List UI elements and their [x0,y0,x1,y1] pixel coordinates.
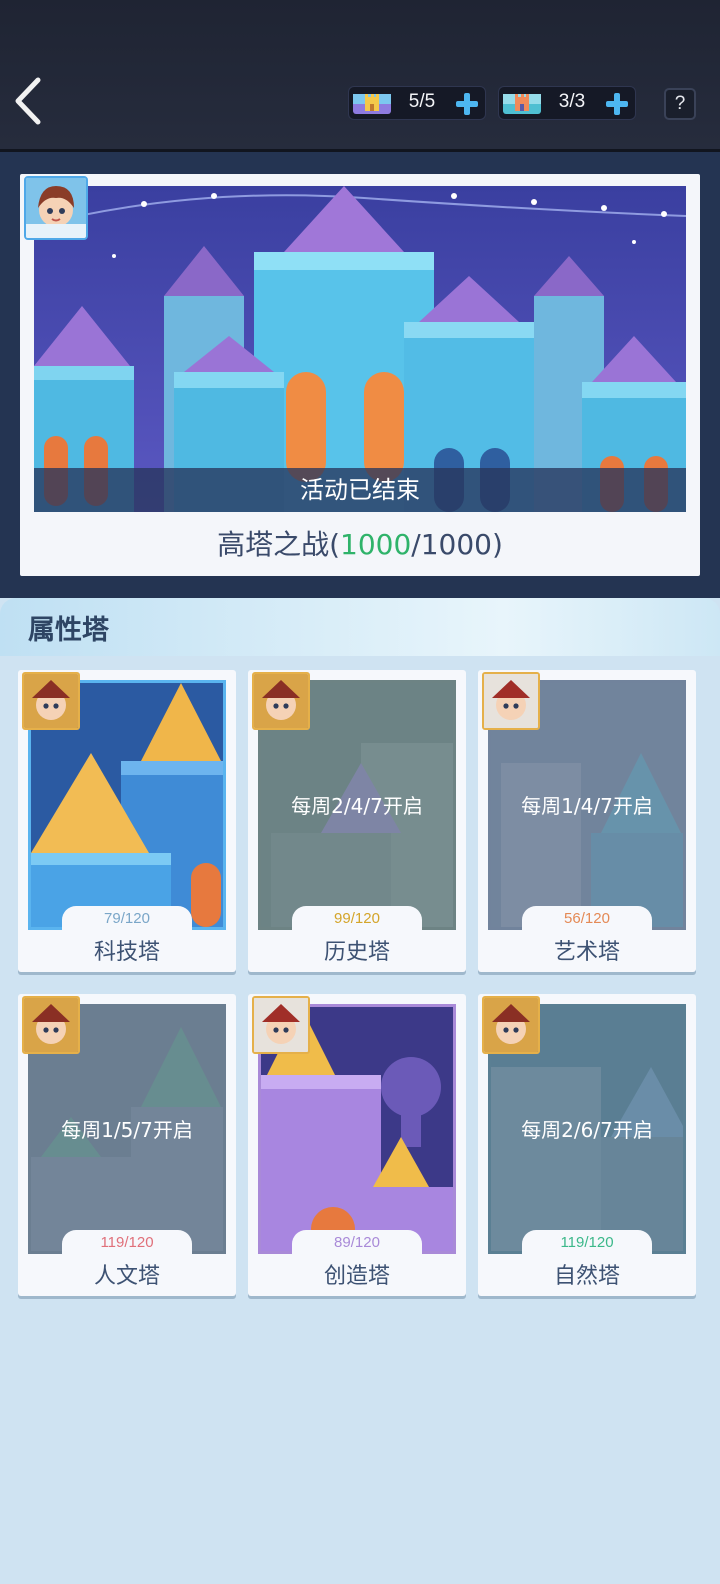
tower-card-tech[interactable]: 79/120 科技塔 [18,670,236,972]
tower-progress: 99/120 [334,910,380,927]
tower-progress: 89/120 [334,1234,380,1251]
tower-card-art[interactable]: 每周1/4/7开启 56/120 艺术塔 [478,670,696,972]
tower-name: 创造塔 [323,1264,390,1289]
avatar-portrait-icon [484,998,538,1052]
plus-icon [606,93,628,115]
tower-card-humanity[interactable]: 每周1/5/7开启 119/120 人文塔 [18,994,236,1296]
tower-avatar [482,996,540,1054]
avatar-portrait-icon [24,998,78,1052]
section-title: 属性塔 [28,615,109,646]
avatar-portrait-icon [24,674,78,728]
tower-progress: 79/120 [104,910,150,927]
player-avatar[interactable] [24,176,88,240]
tower-name: 艺术塔 [553,940,620,965]
tower-card-history[interactable]: 每周2/4/7开启 99/120 历史塔 [248,670,466,972]
open-schedule: 每周2/6/7开启 [521,1118,653,1142]
tower-name: 科技塔 [93,940,160,965]
tower-name: 自然塔 [553,1264,620,1289]
tower-name: 人文塔 [93,1264,160,1289]
tower-battle-title: 高塔之战(1000/1000) [20,520,700,570]
tower-ticket-counter: 5/5 [348,86,486,120]
castle-ticket-counter: 3/3 [498,86,636,120]
tower-name: 历史塔 [323,940,390,965]
chevron-left-icon [15,77,41,125]
tower-progress: 119/120 [560,1234,614,1251]
castle-ticket-icon [503,94,541,114]
top-bar: 5/5 3/3 ? [0,0,720,152]
help-button[interactable]: ? [664,88,696,120]
tower-battle-illustration [34,186,686,512]
tower-avatar [22,672,80,730]
tower-progress: 119/120 [100,1234,154,1251]
add-castle-ticket-button[interactable] [601,88,633,120]
ticket-count: 5/5 [408,91,436,112]
open-schedule: 每周2/4/7开启 [291,794,423,818]
tower-battle-name: 高塔之战( [217,528,341,561]
castle-count: 3/3 [558,91,586,112]
tower-progress: 56/120 [564,910,610,927]
event-ended-banner: 活动已结束 [34,468,686,512]
avatar-portrait-icon [254,674,308,728]
open-schedule: 每周1/4/7开启 [521,794,653,818]
avatar-portrait-icon [484,674,538,728]
avatar-portrait-icon [254,998,308,1052]
back-button[interactable] [10,74,54,128]
tower-avatar [252,672,310,730]
tower-avatar [482,672,540,730]
tower-battle-progress-current: 1000 [340,528,412,561]
tower-avatar [22,996,80,1054]
tower-avatar [252,996,310,1054]
plus-icon [456,93,478,115]
add-ticket-button[interactable] [451,88,483,120]
tower-card-nature[interactable]: 每周2/6/7开启 119/120 自然塔 [478,994,696,1296]
open-schedule: 每周1/5/7开启 [61,1118,193,1142]
castle-ticket-icon [353,94,391,114]
tower-battle-progress-total: /1000) [411,528,503,561]
avatar-portrait-icon [26,178,86,238]
tower-card-create[interactable]: 89/120 创造塔 [248,994,466,1296]
